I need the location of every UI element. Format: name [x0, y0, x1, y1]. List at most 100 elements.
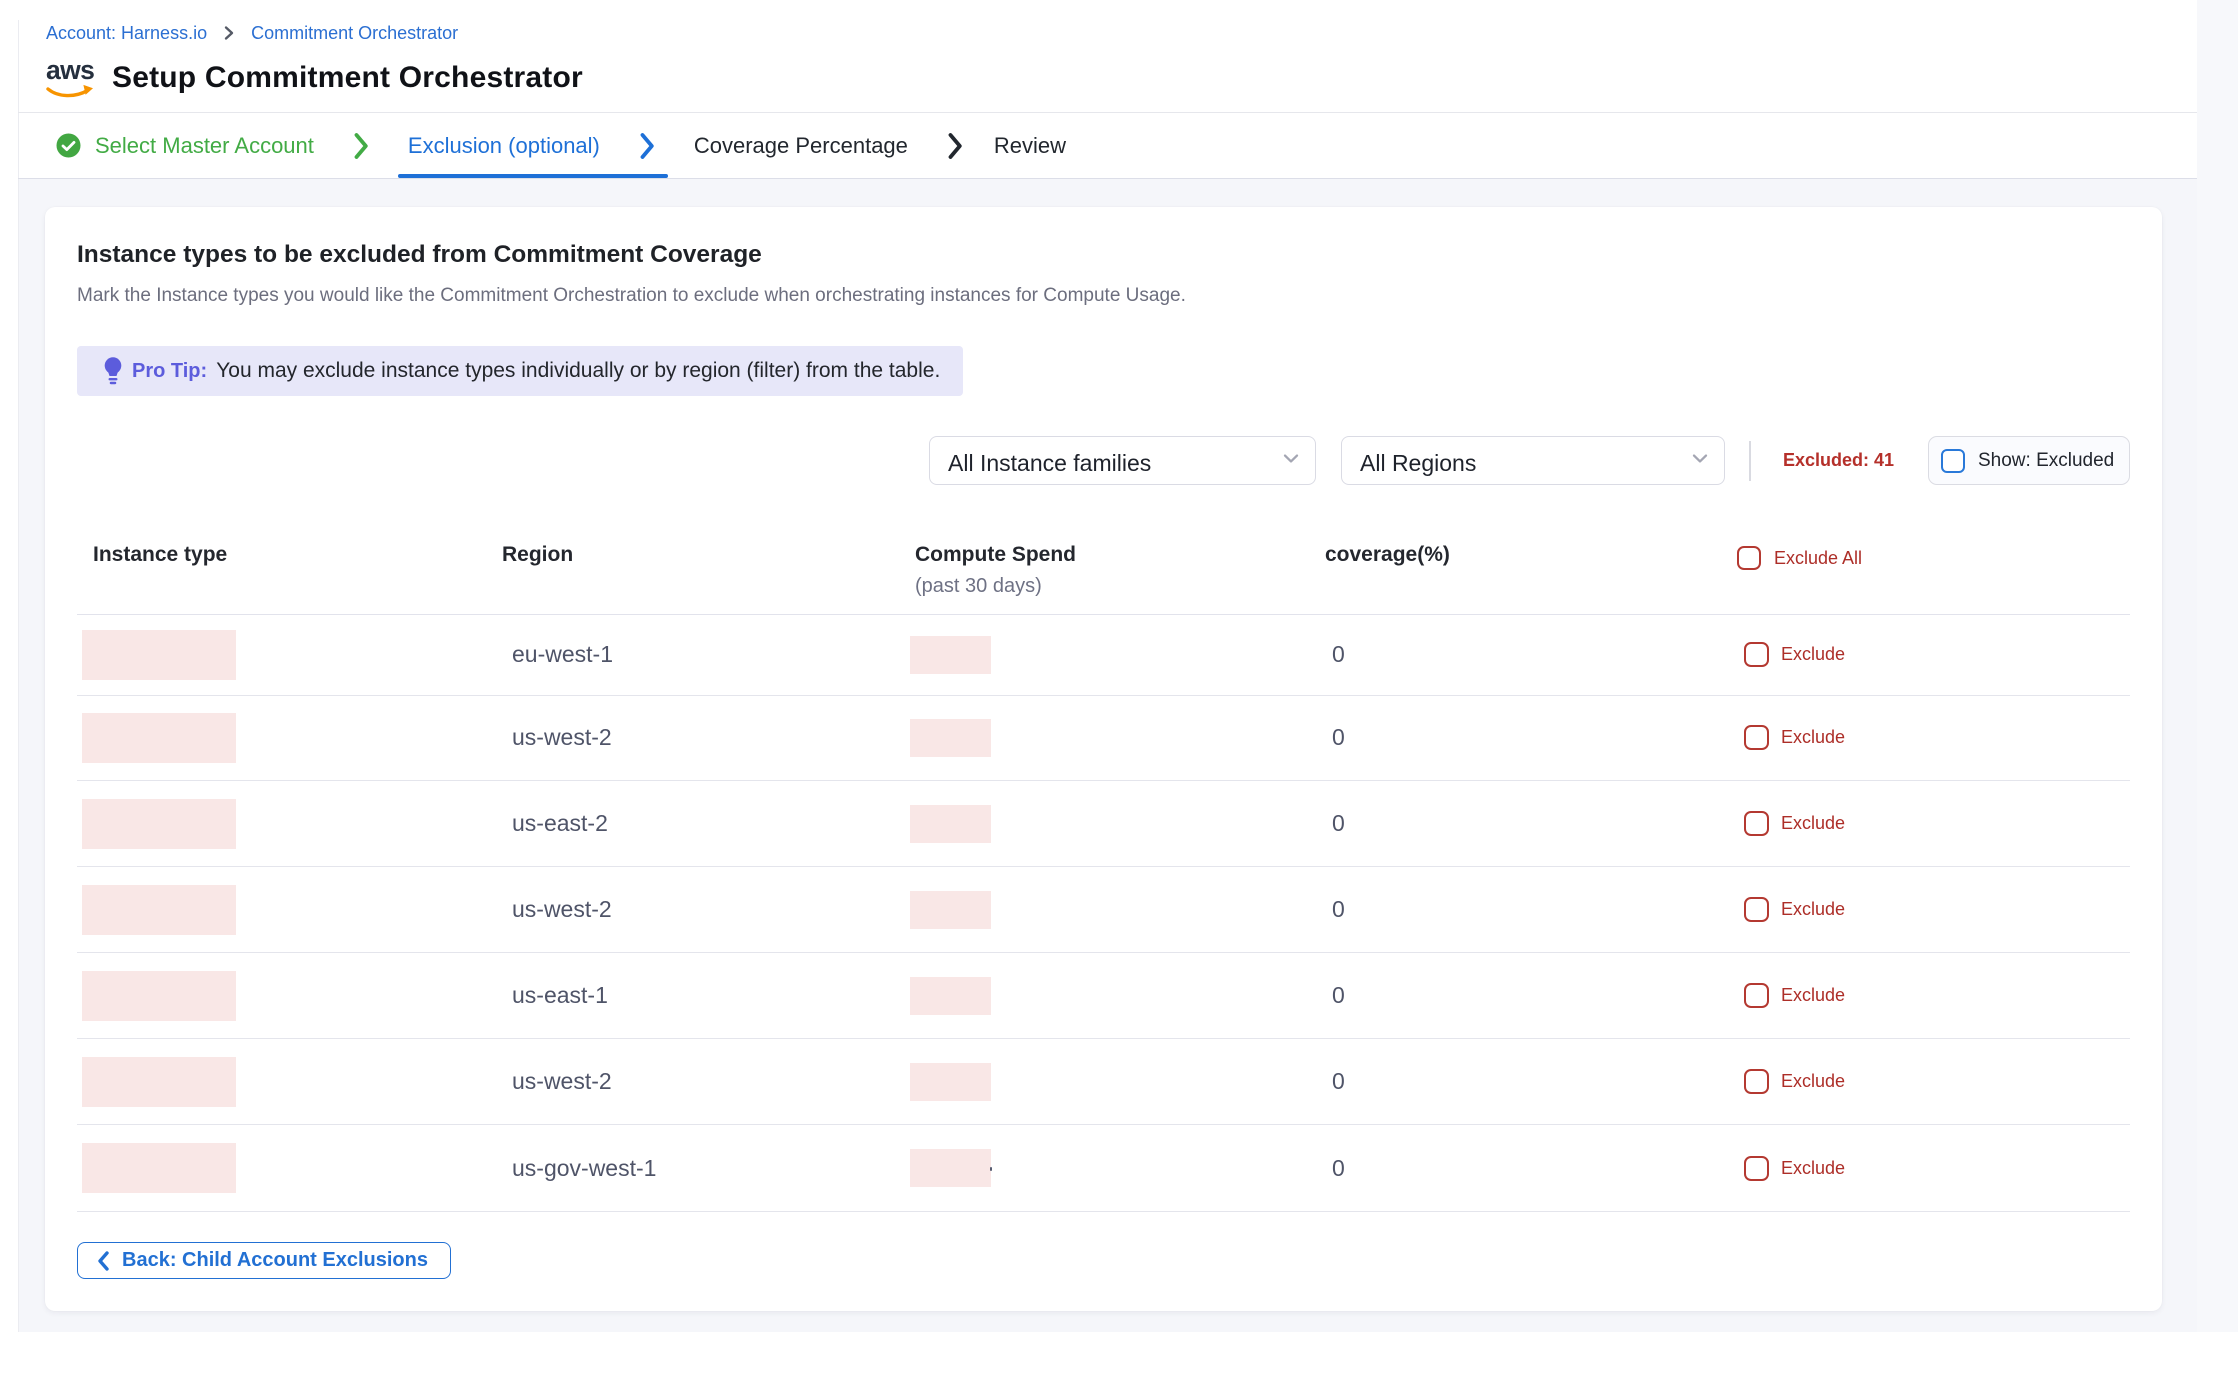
step-review[interactable]: Review: [994, 133, 1066, 159]
redacted-compute-spend: [910, 719, 991, 757]
region-cell: us-west-2: [512, 1039, 612, 1124]
breadcrumb: Account: Harness.io Commitment Orchestra…: [46, 21, 458, 45]
chevron-down-icon: [1281, 448, 1301, 473]
redacted-compute-spend: [910, 891, 991, 929]
coverage-cell: 0: [1332, 615, 1345, 695]
redacted-instance-type: [82, 630, 236, 680]
instance-families-value: All Instance families: [948, 450, 1151, 477]
aws-logo-icon: aws: [45, 58, 95, 105]
exclude-checkbox[interactable]: [1744, 725, 1769, 750]
regions-value: All Regions: [1360, 450, 1476, 477]
regions-dropdown[interactable]: All Regions: [1341, 436, 1725, 485]
table-header: Instance type Region Compute Spend (past…: [77, 527, 2130, 615]
coverage-cell: 0: [1332, 953, 1345, 1038]
coverage-cell: 0: [1332, 1125, 1345, 1211]
step-label[interactable]: Exclusion (optional): [408, 133, 600, 159]
region-cell: us-east-1: [512, 953, 608, 1038]
page-title: Setup Commitment Orchestrator: [112, 61, 583, 95]
show-excluded-button[interactable]: Show: Excluded: [1928, 436, 2130, 485]
redacted-instance-type: [82, 1143, 236, 1193]
exclude-label[interactable]: Exclude: [1781, 1039, 1845, 1124]
breadcrumb-chevron-icon: [221, 24, 237, 42]
show-excluded-label: Show: Excluded: [1978, 450, 2114, 472]
exclude-checkbox[interactable]: [1744, 1069, 1769, 1094]
table-row: us-gov-west-1 0 Exclude: [77, 1125, 2130, 1212]
redacted-instance-type: [82, 885, 236, 935]
step-select-master-account[interactable]: Select Master Account: [56, 133, 314, 159]
exclude-all-label[interactable]: Exclude All: [1774, 548, 1862, 569]
region-cell: us-gov-west-1: [512, 1125, 656, 1211]
step-completed-check-icon: [56, 133, 81, 158]
coverage-cell: 0: [1332, 1039, 1345, 1124]
exclude-checkbox[interactable]: [1744, 811, 1769, 836]
filters-divider: [1749, 441, 1751, 481]
region-cell: us-west-2: [512, 867, 612, 952]
show-excluded-checkbox[interactable]: [1941, 449, 1965, 473]
card-subtext: Mark the Instance types you would like t…: [77, 285, 1186, 307]
coverage-cell: 0: [1332, 696, 1345, 781]
table-row: us-west-2 0 Exclude: [77, 867, 2130, 953]
step-label[interactable]: Review: [994, 133, 1066, 159]
region-cell: eu-west-1: [512, 615, 613, 695]
left-border-line: [18, 20, 19, 1332]
redacted-compute-spend: [910, 977, 991, 1015]
region-cell: us-west-2: [512, 696, 612, 781]
exclude-checkbox[interactable]: [1744, 1156, 1769, 1181]
step-label[interactable]: Select Master Account: [95, 133, 314, 159]
card-heading: Instance types to be excluded from Commi…: [77, 241, 762, 269]
step-coverage-percentage[interactable]: Coverage Percentage: [694, 133, 908, 159]
breadcrumb-section-link[interactable]: Commitment Orchestrator: [251, 23, 458, 44]
svg-text:aws: aws: [46, 58, 94, 85]
table-row: eu-west-1 0 Exclude: [77, 615, 2130, 696]
column-header-compute-spend: Compute Spend: [915, 543, 1076, 567]
chevron-down-icon: [1690, 448, 1710, 473]
lightbulb-icon: [102, 356, 124, 386]
exclude-all-checkbox[interactable]: [1737, 546, 1761, 570]
scrollbar-gutter: [2197, 0, 2238, 1332]
wizard-stepper: Select Master Account Exclusion (optiona…: [56, 113, 1066, 178]
redacted-compute-spend: [910, 1063, 991, 1101]
redacted-compute-spend: [910, 805, 991, 843]
table-row: us-east-1 0 Exclude: [77, 953, 2130, 1039]
step-chevron-blue-icon: [638, 131, 656, 161]
redacted-compute-spend: [910, 1149, 991, 1187]
exclude-label[interactable]: Exclude: [1781, 867, 1845, 952]
pro-tip-text: You may exclude instance types individua…: [216, 359, 940, 383]
step-exclusion[interactable]: Exclusion (optional): [408, 133, 600, 159]
pro-tip-label: Pro Tip:: [132, 360, 207, 383]
chevron-left-icon: [96, 1250, 110, 1272]
exclude-label[interactable]: Exclude: [1781, 615, 1845, 695]
redacted-instance-type: [82, 971, 236, 1021]
coverage-cell: 0: [1332, 781, 1345, 866]
exclude-label[interactable]: Exclude: [1781, 696, 1845, 781]
excluded-count: Excluded: 41: [1783, 450, 1894, 471]
redacted-compute-spend: [910, 636, 991, 674]
column-header-instance-type: Instance type: [93, 543, 227, 567]
step-label[interactable]: Coverage Percentage: [694, 133, 908, 159]
table-row: us-west-2 0 Exclude: [77, 1039, 2130, 1125]
step-chevron-dark-icon: [946, 131, 964, 161]
table-row: us-west-2 0 Exclude: [77, 696, 2130, 782]
back-button[interactable]: Back: Child Account Exclusions: [77, 1242, 451, 1279]
page: Account: Harness.io Commitment Orchestra…: [0, 0, 2238, 1374]
header-bottom-border: [18, 178, 2197, 179]
column-header-compute-spend-sub: (past 30 days): [915, 575, 1042, 598]
exclude-label[interactable]: Exclude: [1781, 953, 1845, 1038]
table-row: us-east-2 0 Exclude: [77, 781, 2130, 867]
exclude-label[interactable]: Exclude: [1781, 781, 1845, 866]
column-header-coverage: coverage(%): [1325, 543, 1450, 567]
back-button-label: Back: Child Account Exclusions: [122, 1249, 428, 1272]
redacted-instance-type: [82, 1057, 236, 1107]
region-cell: us-east-2: [512, 781, 608, 866]
exclude-checkbox[interactable]: [1744, 897, 1769, 922]
coverage-cell: 0: [1332, 867, 1345, 952]
exclude-label[interactable]: Exclude: [1781, 1125, 1845, 1211]
exclude-checkbox[interactable]: [1744, 983, 1769, 1008]
exclude-checkbox[interactable]: [1744, 642, 1769, 667]
redacted-instance-type: [82, 799, 236, 849]
spend-text-remnant: [990, 1167, 992, 1171]
pro-tip-banner: Pro Tip: You may exclude instance types …: [77, 346, 963, 396]
breadcrumb-account-link[interactable]: Account: Harness.io: [46, 23, 207, 44]
instance-families-dropdown[interactable]: All Instance families: [929, 436, 1316, 485]
column-header-region: Region: [502, 543, 573, 567]
